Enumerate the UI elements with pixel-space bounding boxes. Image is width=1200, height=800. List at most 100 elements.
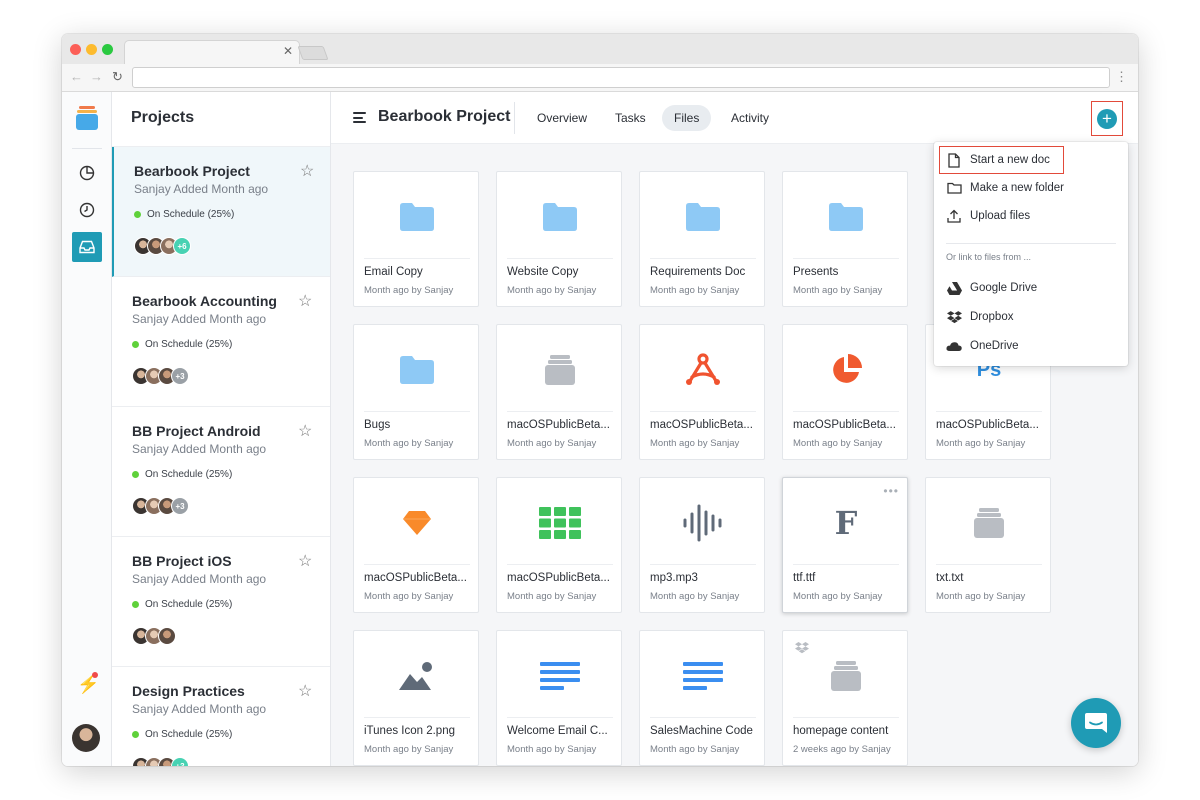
card-divider bbox=[650, 564, 756, 565]
file-card[interactable]: txt.txt Month ago by Sanjay bbox=[925, 477, 1051, 613]
folder-outline-icon bbox=[946, 180, 962, 196]
file-name: iTunes Icon 2.png bbox=[364, 725, 455, 737]
start-new-doc-item[interactable]: Start a new doc bbox=[946, 148, 1050, 172]
maximize-window-button[interactable] bbox=[102, 44, 113, 55]
projects-sidebar: Projects Bearbook Project ☆ Sanjay Added… bbox=[112, 92, 331, 766]
card-divider bbox=[364, 411, 470, 412]
file-name: Website Copy bbox=[507, 266, 579, 278]
card-divider bbox=[364, 258, 470, 259]
star-icon[interactable]: ☆ bbox=[298, 551, 312, 571]
inbox-icon[interactable] bbox=[72, 232, 102, 262]
file-name: Email Copy bbox=[364, 266, 423, 278]
star-icon[interactable]: ☆ bbox=[300, 161, 314, 181]
file-card[interactable]: macOSPublicBeta... Month ago by Sanjay bbox=[353, 477, 479, 613]
close-window-button[interactable] bbox=[70, 44, 81, 55]
file-meta: Month ago by Sanjay bbox=[364, 285, 454, 296]
forward-arrow-icon[interactable]: → bbox=[90, 69, 103, 84]
file-meta: Month ago by Sanjay bbox=[650, 438, 740, 449]
tab-overview[interactable]: Overview bbox=[525, 105, 599, 131]
file-meta: Month ago by Sanjay bbox=[507, 744, 597, 755]
star-icon[interactable]: ☆ bbox=[298, 291, 312, 311]
file-card[interactable]: mp3.mp3 Month ago by Sanjay bbox=[639, 477, 765, 613]
notification-dot bbox=[92, 672, 98, 678]
project-status: On Schedule (25%) bbox=[134, 209, 234, 220]
member-avatars[interactable]: +3 bbox=[132, 367, 189, 387]
file-meta: 2 weeks ago by Sanjay bbox=[793, 744, 891, 755]
file-name: macOSPublicBeta... bbox=[507, 419, 610, 431]
file-meta: Month ago by Sanjay bbox=[507, 591, 597, 602]
font-icon: F bbox=[783, 496, 909, 550]
file-card[interactable]: iTunes Icon 2.png Month ago by Sanjay bbox=[353, 630, 479, 766]
status-dot bbox=[134, 211, 141, 218]
tab-activity[interactable]: Activity bbox=[719, 105, 781, 131]
file-card[interactable]: Email Copy Month ago by Sanjay bbox=[353, 171, 479, 307]
upload-files-item[interactable]: Upload files bbox=[946, 204, 1030, 228]
file-card[interactable]: Presents Month ago by Sanjay bbox=[782, 171, 908, 307]
status-dot bbox=[132, 601, 139, 608]
file-card[interactable]: SalesMachine Code Month ago by Sanjay bbox=[639, 630, 765, 766]
avatar bbox=[158, 627, 176, 645]
file-meta: Month ago by Sanjay bbox=[507, 285, 597, 296]
dashboard-icon[interactable] bbox=[72, 158, 102, 188]
archive-icon bbox=[497, 343, 623, 397]
user-avatar[interactable] bbox=[72, 724, 100, 752]
file-card[interactable]: ••• F ttf.ttf Month ago by Sanjay bbox=[782, 477, 908, 613]
project-status: On Schedule (25%) bbox=[132, 599, 232, 610]
browser-tab[interactable]: ✕ bbox=[124, 40, 300, 64]
archive-icon bbox=[783, 649, 909, 703]
hamburger-menu-icon[interactable] bbox=[353, 112, 366, 123]
file-card[interactable]: macOSPublicBeta... Month ago by Sanjay bbox=[782, 324, 908, 460]
close-tab-icon[interactable]: ✕ bbox=[283, 44, 293, 58]
tab-files[interactable]: Files bbox=[662, 105, 712, 131]
project-name: BB Project Android bbox=[132, 423, 261, 439]
file-card[interactable]: Requirements Doc Month ago by Sanjay bbox=[639, 171, 765, 307]
back-arrow-icon[interactable]: ← bbox=[70, 69, 83, 84]
archive-icon bbox=[926, 496, 1052, 550]
document-icon bbox=[946, 152, 962, 168]
file-card[interactable]: Website Copy Month ago by Sanjay bbox=[496, 171, 622, 307]
reload-icon[interactable]: ↻ bbox=[112, 69, 123, 85]
dropbox-label: Dropbox bbox=[970, 311, 1014, 323]
project-item-bb-project-android[interactable]: BB Project Android ☆ Sanjay Added Month … bbox=[112, 407, 330, 537]
file-name: mp3.mp3 bbox=[650, 572, 698, 584]
file-card[interactable]: Welcome Email C... Month ago by Sanjay bbox=[496, 630, 622, 766]
file-card[interactable]: macOSPublicBeta... Month ago by Sanjay bbox=[496, 477, 622, 613]
make-new-folder-label: Make a new folder bbox=[970, 182, 1064, 194]
address-bar[interactable] bbox=[132, 67, 1110, 88]
app-logo-icon[interactable] bbox=[76, 106, 98, 130]
make-new-folder-item[interactable]: Make a new folder bbox=[946, 176, 1064, 200]
new-tab-button[interactable] bbox=[297, 46, 329, 60]
member-avatars[interactable] bbox=[132, 627, 176, 647]
file-card[interactable]: macOSPublicBeta... Month ago by Sanjay bbox=[496, 324, 622, 460]
project-item-design-practices[interactable]: Design Practices ☆ Sanjay Added Month ag… bbox=[112, 667, 330, 766]
browser-menu-icon[interactable]: ⋮ bbox=[1115, 69, 1128, 85]
member-avatars[interactable]: +3 bbox=[132, 497, 189, 517]
file-card[interactable]: Bugs Month ago by Sanjay bbox=[353, 324, 479, 460]
card-divider bbox=[650, 258, 756, 259]
browser-toolbar: ← → ↻ ⋮ bbox=[62, 64, 1138, 92]
dropbox-item[interactable]: Dropbox bbox=[946, 305, 1013, 329]
google-drive-item[interactable]: Google Drive bbox=[946, 276, 1037, 300]
add-new-button[interactable]: + bbox=[1097, 109, 1117, 129]
dropbox-icon bbox=[946, 309, 962, 325]
file-name: SalesMachine Code bbox=[650, 725, 753, 737]
minimize-window-button[interactable] bbox=[86, 44, 97, 55]
onedrive-item[interactable]: OneDrive bbox=[946, 334, 1019, 358]
card-divider bbox=[507, 258, 613, 259]
clock-icon[interactable] bbox=[72, 195, 102, 225]
chat-support-button[interactable] bbox=[1071, 698, 1121, 748]
member-avatars[interactable]: +6 bbox=[134, 237, 191, 257]
project-item-bearbook-project[interactable]: Bearbook Project ☆ Sanjay Added Month ag… bbox=[112, 147, 330, 277]
star-icon[interactable]: ☆ bbox=[298, 681, 312, 701]
tab-tasks[interactable]: Tasks bbox=[603, 105, 658, 131]
star-icon[interactable]: ☆ bbox=[298, 421, 312, 441]
add-dropdown-menu: Start a new doc Make a new folder Upload… bbox=[934, 142, 1128, 366]
project-item-bearbook-accounting[interactable]: Bearbook Accounting ☆ Sanjay Added Month… bbox=[112, 277, 330, 407]
member-avatars[interactable]: +3 bbox=[132, 757, 189, 766]
file-card[interactable]: homepage content 2 weeks ago by Sanjay bbox=[782, 630, 908, 766]
start-new-doc-label: Start a new doc bbox=[970, 154, 1050, 166]
card-divider bbox=[507, 564, 613, 565]
title-divider bbox=[514, 102, 515, 134]
project-item-bb-project-ios[interactable]: BB Project iOS ☆ Sanjay Added Month ago … bbox=[112, 537, 330, 667]
file-card[interactable]: macOSPublicBeta... Month ago by Sanjay bbox=[639, 324, 765, 460]
